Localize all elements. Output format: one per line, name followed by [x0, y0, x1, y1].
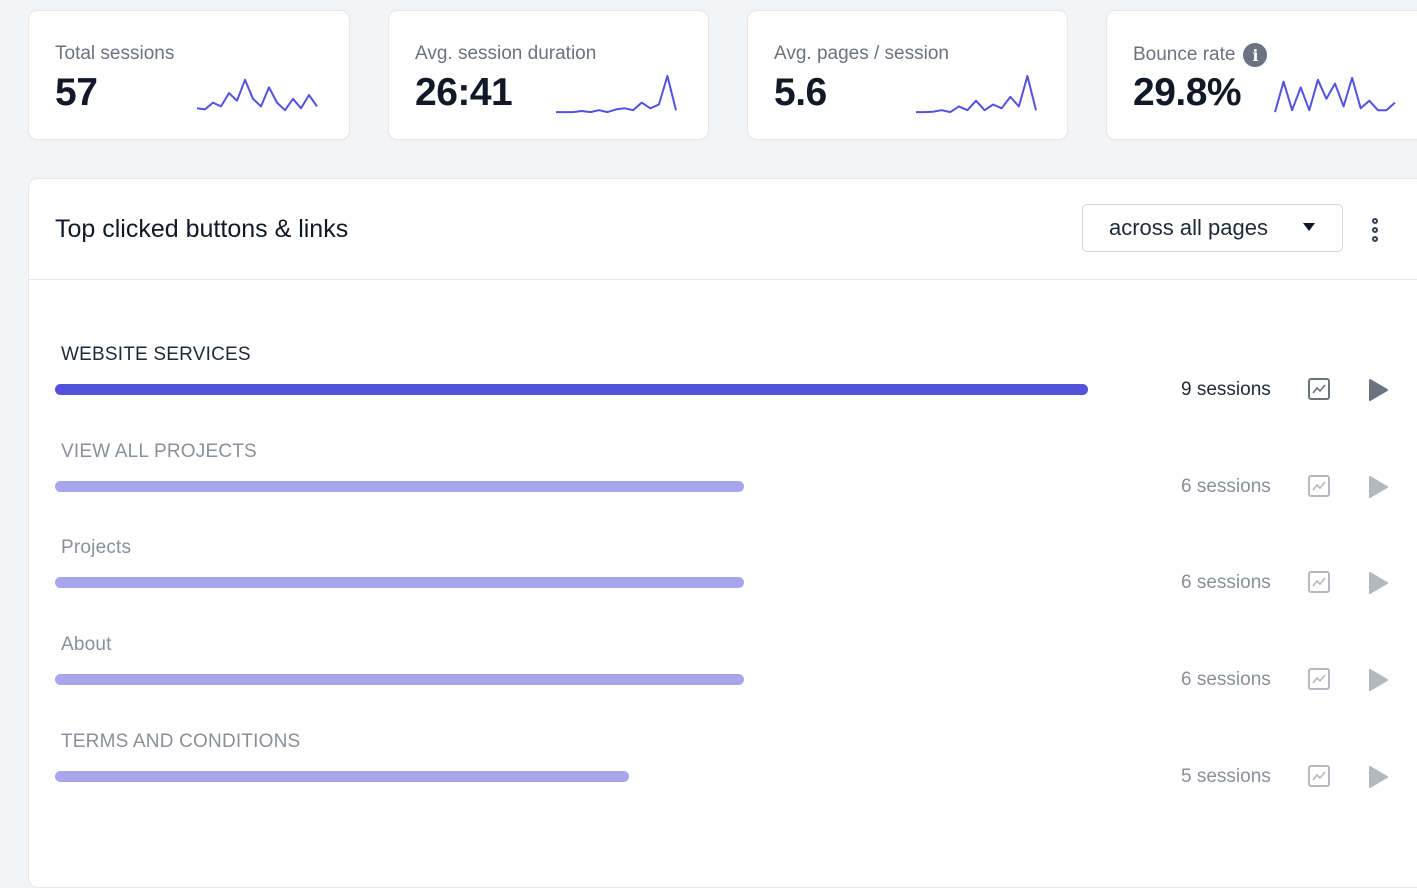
- panel-title: Top clicked buttons & links: [55, 215, 349, 243]
- element-label[interactable]: VIEW ALL PROJECTS: [61, 441, 257, 463]
- element-label[interactable]: WEBSITE SERVICES: [61, 344, 251, 366]
- metric-label: Avg. pages / session: [774, 43, 949, 64]
- list-item: Projects 6 sessions: [29, 537, 1417, 633]
- play-recording-icon[interactable]: [1367, 378, 1389, 402]
- sparkline-chart: [556, 75, 677, 114]
- metric-value: 57: [55, 71, 98, 114]
- clicks-bar: [55, 577, 744, 589]
- element-label[interactable]: TERMS AND CONDITIONS: [61, 731, 300, 753]
- panel-header: Top clicked buttons & links across all p…: [29, 179, 1417, 280]
- metric-label: Bounce rate: [1133, 44, 1236, 65]
- metric-value: 5.6: [774, 71, 827, 114]
- sparkline-chart: [196, 78, 318, 112]
- metric-label: Total sessions: [55, 43, 175, 64]
- sessions-count[interactable]: 6 sessions: [1181, 572, 1271, 594]
- metric-value: 26:41: [415, 71, 513, 114]
- list-item: About 6 sessions: [29, 634, 1417, 730]
- top-clicked-panel: Top clicked buttons & links across all p…: [28, 178, 1417, 888]
- sparkline-series: [1274, 76, 1396, 113]
- kebab-menu-icon[interactable]: [1362, 215, 1388, 245]
- play-recording-icon[interactable]: [1367, 765, 1389, 789]
- metric-card-total-sessions: Total sessions 57: [28, 10, 350, 140]
- metric-value: 29.8%: [1133, 71, 1242, 114]
- caret-down-icon: [1303, 223, 1315, 231]
- trend-chart-icon[interactable]: [1308, 764, 1330, 787]
- sessions-count[interactable]: 5 sessions: [1181, 766, 1271, 788]
- metric-label-row: Bounce rate i: [1133, 43, 1268, 67]
- clicks-bar: [55, 770, 629, 782]
- sparkline-chart: [1274, 76, 1396, 113]
- play-recording-icon[interactable]: [1367, 571, 1389, 595]
- list-item: VIEW ALL PROJECTS 6 sessions: [29, 441, 1417, 537]
- trend-chart-icon[interactable]: [1308, 668, 1330, 691]
- sparkline-series: [196, 78, 318, 112]
- trend-chart-icon[interactable]: [1308, 474, 1330, 497]
- sessions-count[interactable]: 9 sessions: [1181, 379, 1271, 401]
- sparkline-chart: [916, 75, 1037, 114]
- list-item: TERMS AND CONDITIONS 5 sessions: [29, 731, 1417, 827]
- sparkline-series: [556, 75, 677, 114]
- play-recording-icon[interactable]: [1367, 475, 1389, 499]
- metric-label: Avg. session duration: [415, 43, 597, 64]
- clicks-bar: [55, 384, 1088, 395]
- sessions-count[interactable]: 6 sessions: [1181, 476, 1271, 498]
- sessions-count[interactable]: 6 sessions: [1181, 669, 1271, 691]
- clicks-bar: [55, 480, 744, 492]
- metric-card-avg-session-duration: Avg. session duration 26:41: [388, 10, 709, 140]
- element-label[interactable]: Projects: [61, 537, 131, 559]
- list-item: WEBSITE SERVICES 9 sessions: [29, 344, 1417, 440]
- sparkline-series: [916, 75, 1037, 114]
- scope-select-value: across all pages: [1109, 215, 1268, 240]
- play-recording-icon[interactable]: [1367, 668, 1389, 692]
- element-label[interactable]: About: [61, 634, 112, 656]
- info-icon[interactable]: i: [1243, 43, 1268, 67]
- trend-chart-icon[interactable]: [1308, 378, 1330, 400]
- metric-card-bounce-rate: Bounce rate i 29.8%: [1106, 10, 1417, 140]
- clicks-bar: [55, 674, 744, 686]
- scope-select[interactable]: across all pages: [1082, 204, 1343, 252]
- metric-card-avg-pages-session: Avg. pages / session 5.6: [747, 10, 1068, 140]
- trend-chart-icon[interactable]: [1308, 571, 1330, 594]
